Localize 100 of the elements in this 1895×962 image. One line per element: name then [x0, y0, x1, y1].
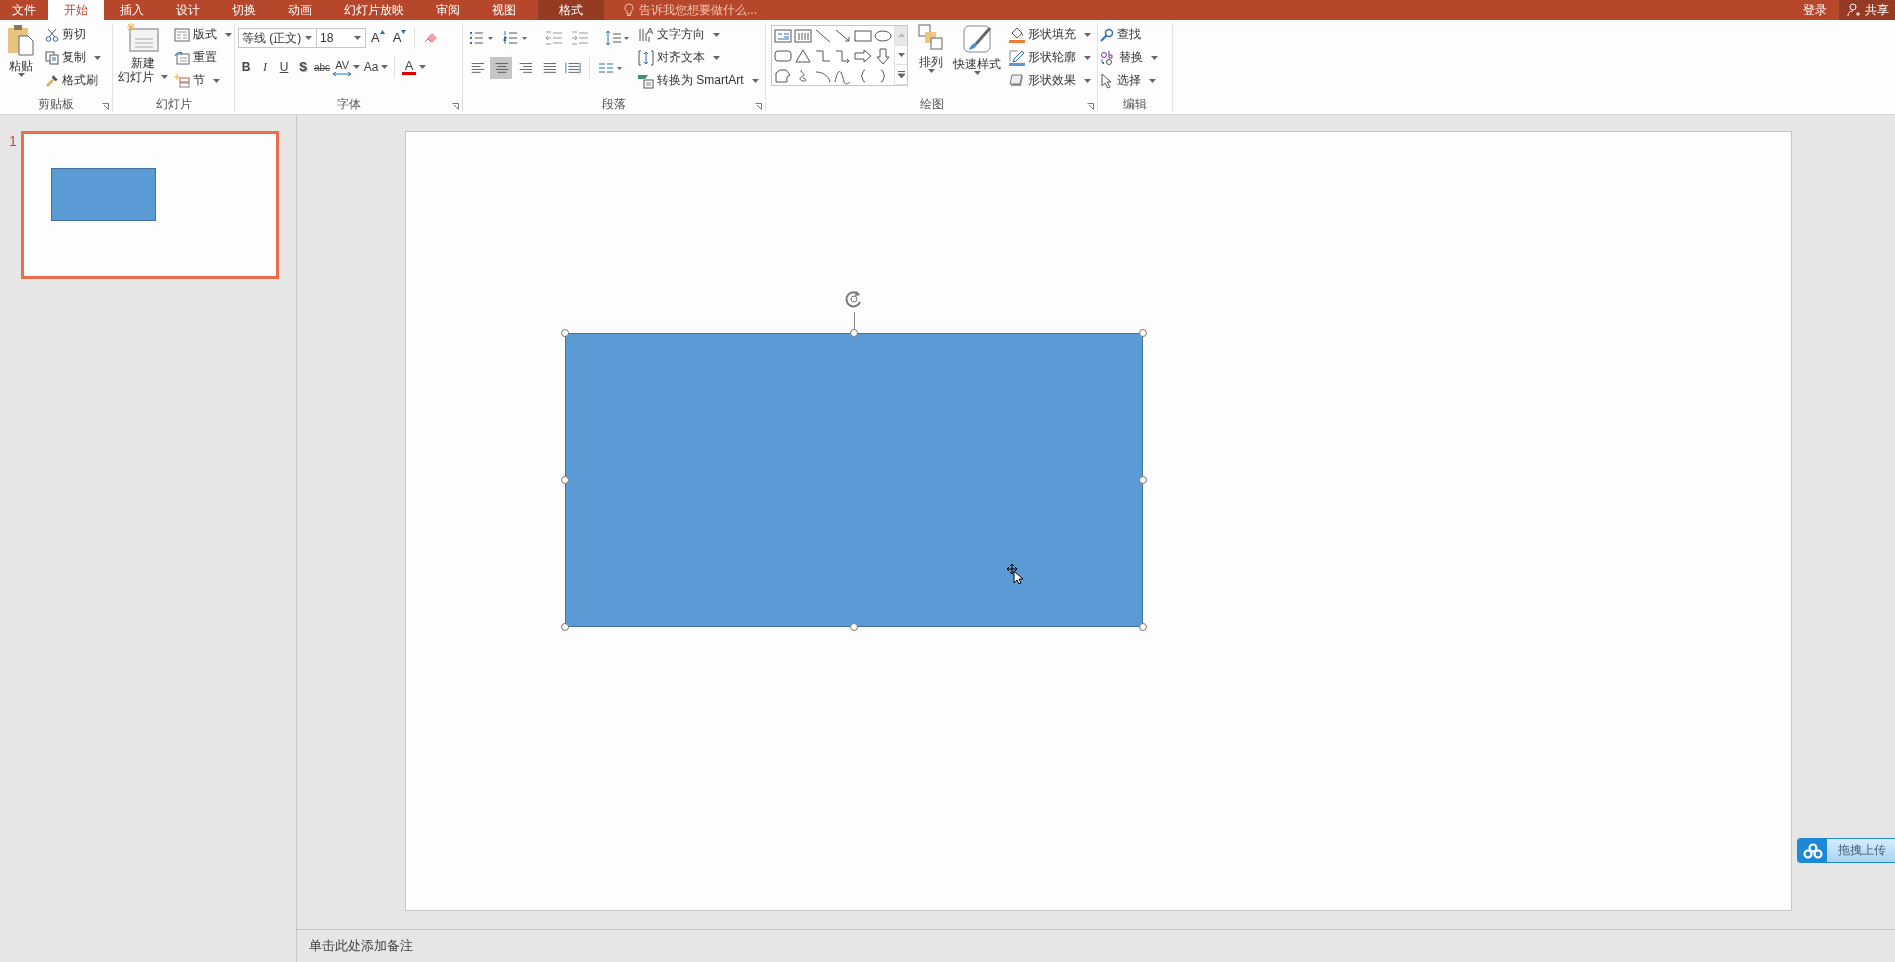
font-style-button[interactable]: abc: [314, 56, 331, 78]
pointer-icon: [1100, 72, 1114, 89]
ribbon-tab[interactable]: 视图: [476, 0, 532, 20]
dialog-launcher-icon[interactable]: [1087, 103, 1094, 110]
resize-handle[interactable]: [850, 623, 858, 631]
elbow-connector-icon[interactable]: [813, 47, 833, 65]
cut-button[interactable]: 剪切: [43, 23, 103, 46]
ribbon-tab[interactable]: 文件: [0, 0, 48, 20]
caret-icon[interactable]: [353, 65, 361, 69]
caret-icon: [1084, 55, 1091, 60]
bullet-list-icon: [469, 31, 495, 45]
convert-to-smartart-button[interactable]: 转换为 SmartArt: [636, 69, 761, 92]
copy-button[interactable]: 复制: [43, 46, 103, 69]
dialog-launcher-icon[interactable]: [452, 103, 459, 110]
group-label: 字体: [336, 95, 361, 113]
resize-handle[interactable]: [561, 623, 569, 631]
font-style-button[interactable]: AV: [333, 56, 352, 78]
new-slide-icon: [126, 23, 160, 53]
caret-icon: [897, 53, 905, 57]
arrange-button[interactable]: 排列: [914, 24, 948, 73]
ribbon-tab[interactable]: 幻灯片放映: [328, 0, 420, 20]
caret-icon: [17, 73, 25, 77]
new-slide-button[interactable]: 新建 幻灯片: [117, 23, 169, 84]
align-button[interactable]: [490, 57, 512, 79]
font-style-button[interactable]: U: [276, 56, 292, 78]
ribbon-tab[interactable]: 开始: [48, 0, 104, 20]
ribbon-tab[interactable]: 设计: [160, 0, 216, 20]
arrange-icon: [918, 24, 944, 52]
shape-outline-button[interactable]: 形状轮廓: [1007, 46, 1093, 69]
align-lines-icon: [469, 61, 485, 75]
slide-thumbnail[interactable]: [21, 131, 279, 279]
resize-handle[interactable]: [1139, 329, 1147, 337]
tell-me-field[interactable]: 告诉我您想要做什么...: [620, 0, 793, 20]
select-button[interactable]: 选择: [1098, 69, 1160, 92]
shape-effects-button[interactable]: 形状效果: [1007, 69, 1093, 92]
text-direction-button[interactable]: 文字方向: [636, 23, 761, 46]
dialog-launcher-icon[interactable]: [102, 103, 109, 110]
align-lines-icon: [565, 61, 581, 75]
caret-icon: [713, 55, 720, 60]
layout-button[interactable]: 版式: [172, 23, 234, 46]
ribbon-tab[interactable]: 格式: [538, 0, 604, 20]
shadow-shape-icon: [1009, 72, 1025, 89]
align-text-button[interactable]: 对齐文本: [636, 46, 761, 69]
paste-button[interactable]: 粘贴: [3, 24, 39, 77]
ribbon-tab[interactable]: 审阅: [420, 0, 476, 20]
line-icon[interactable]: [813, 27, 833, 45]
align-lines-icon: [541, 61, 557, 75]
font-size-dropdown[interactable]: 18: [316, 28, 366, 48]
resize-handle[interactable]: [561, 329, 569, 337]
caret-icon: [1149, 78, 1156, 83]
caret-icon: [1084, 32, 1091, 37]
resize-handle[interactable]: [1139, 476, 1147, 484]
font-name-dropdown[interactable]: 等线 (正文): [238, 28, 317, 48]
ribbon-tab[interactable]: 插入: [104, 0, 160, 20]
notes-placeholder[interactable]: 单击此处添加备注: [309, 937, 413, 955]
caret-icon: [713, 32, 720, 37]
line-spacing-icon: [605, 30, 631, 46]
rectangle-icon[interactable]: [853, 27, 873, 45]
font-style-button[interactable]: S: [295, 56, 311, 78]
align-lines-icon: [493, 61, 509, 75]
quick-styles-button[interactable]: 快速样式: [950, 24, 1004, 75]
section-button[interactable]: 节: [172, 69, 234, 92]
decrease-font-size-button[interactable]: A: [389, 27, 410, 49]
format-painter-button[interactable]: 格式刷: [43, 69, 103, 92]
align-lines-icon: [517, 61, 533, 75]
ribbon-tab[interactable]: 动画: [272, 0, 328, 20]
dialog-launcher-icon[interactable]: [755, 103, 762, 110]
rotate-handle-icon[interactable]: [844, 289, 864, 309]
lightbulb-icon: [624, 3, 634, 17]
font-style-button[interactable]: I: [257, 56, 273, 78]
caret-icon: [973, 71, 981, 75]
sign-in-link[interactable]: 登录: [1803, 0, 1827, 20]
font-style-button[interactable]: A: [401, 56, 418, 78]
outdent-icon: [545, 31, 563, 45]
double-arrow-icon: [333, 71, 352, 76]
caret-icon[interactable]: [381, 65, 389, 69]
right-arrow-icon[interactable]: [853, 47, 873, 65]
font-style-button[interactable]: Aa: [363, 56, 380, 78]
replace-button[interactable]: 替换: [1098, 46, 1160, 69]
resize-handle[interactable]: [561, 476, 569, 484]
ribbon-tab[interactable]: 切换: [216, 0, 272, 20]
freeform-icon[interactable]: [773, 67, 793, 85]
increase-font-size-button[interactable]: A: [368, 27, 388, 49]
find-button[interactable]: 查找: [1098, 23, 1160, 46]
arrow-icon[interactable]: [833, 27, 853, 45]
caret-icon[interactable]: [419, 65, 427, 69]
oval-icon[interactable]: [873, 27, 893, 45]
text-direction-icon: [638, 26, 654, 43]
upload-button[interactable]: 拖拽上传: [1797, 838, 1895, 863]
reset-button[interactable]: 重置: [172, 46, 234, 69]
down-arrow-icon[interactable]: [873, 47, 893, 65]
group-label: 段落: [602, 95, 626, 113]
resize-handle[interactable]: [1139, 623, 1147, 631]
share-button[interactable]: 共享: [1839, 0, 1895, 20]
font-style-button[interactable]: B: [238, 56, 254, 78]
triangle-icon[interactable]: [793, 47, 813, 65]
vertical-align-icon: [638, 49, 654, 66]
shape-fill-button[interactable]: 形状填充: [1007, 23, 1093, 46]
rounded-rectangle-icon[interactable]: [773, 47, 793, 65]
resize-handle[interactable]: [850, 329, 858, 337]
